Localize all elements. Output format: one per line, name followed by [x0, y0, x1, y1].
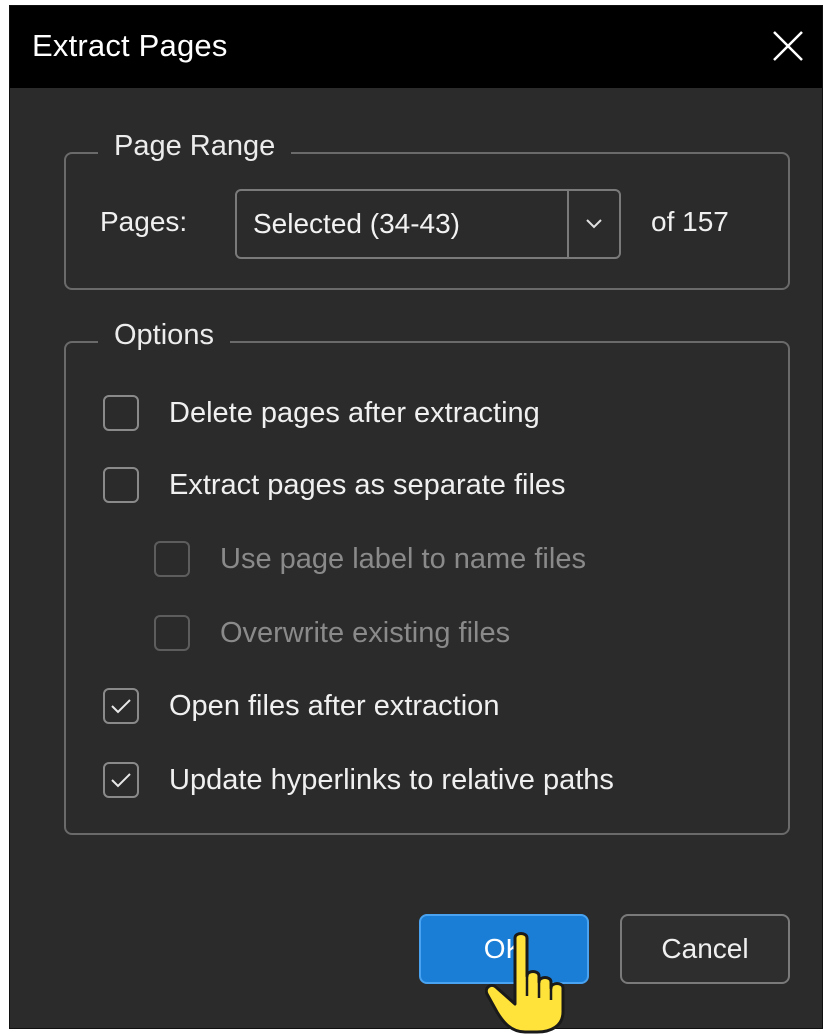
option-label: Overwrite existing files [220, 616, 511, 649]
close-icon [773, 31, 803, 61]
option-label: Use page label to name files [220, 542, 586, 575]
dialog-title: Extract Pages [32, 28, 228, 63]
option-label: Open files after extraction [169, 689, 500, 722]
page-range-legend: Page Range [98, 130, 292, 163]
option-overwrite-files[interactable]: Overwrite existing files [154, 615, 510, 651]
option-label: Extract pages as separate files [169, 468, 566, 501]
checkmark-icon [111, 773, 131, 788]
option-delete-pages[interactable]: Delete pages after extracting [103, 395, 540, 431]
checkbox[interactable] [154, 615, 190, 651]
checkbox[interactable] [103, 762, 139, 798]
ok-button[interactable]: OK [419, 914, 589, 984]
option-label: Update hyperlinks to relative paths [169, 763, 614, 796]
checkbox[interactable] [103, 395, 139, 431]
close-button[interactable] [762, 20, 814, 72]
option-separate-files[interactable]: Extract pages as separate files [103, 467, 566, 503]
page-range-group: Page Range Pages: Selected (34-43) of 15… [64, 130, 790, 290]
page-total: of 157 [651, 206, 729, 237]
extract-pages-dialog: Extract Pages Page Range Pages: Selected… [9, 5, 823, 1029]
options-group: Options Delete pages after extracting Ex… [64, 319, 790, 835]
checkmark-icon [111, 699, 131, 714]
title-bar: Extract Pages [10, 6, 822, 88]
pages-select-value: Selected (34-43) [253, 208, 461, 239]
checkbox[interactable] [103, 688, 139, 724]
dropdown-button[interactable] [569, 191, 619, 257]
option-open-files[interactable]: Open files after extraction [103, 688, 499, 724]
pages-select[interactable]: Selected (34-43) [235, 189, 621, 259]
option-use-page-label[interactable]: Use page label to name files [154, 541, 586, 577]
cancel-button[interactable]: Cancel [620, 914, 790, 984]
option-update-hyperlinks[interactable]: Update hyperlinks to relative paths [103, 762, 614, 798]
chevron-down-icon [586, 219, 602, 229]
checkbox[interactable] [103, 467, 139, 503]
option-label: Delete pages after extracting [169, 396, 540, 429]
checkbox[interactable] [154, 541, 190, 577]
pages-label: Pages: [100, 206, 188, 237]
options-legend: Options [98, 319, 230, 352]
